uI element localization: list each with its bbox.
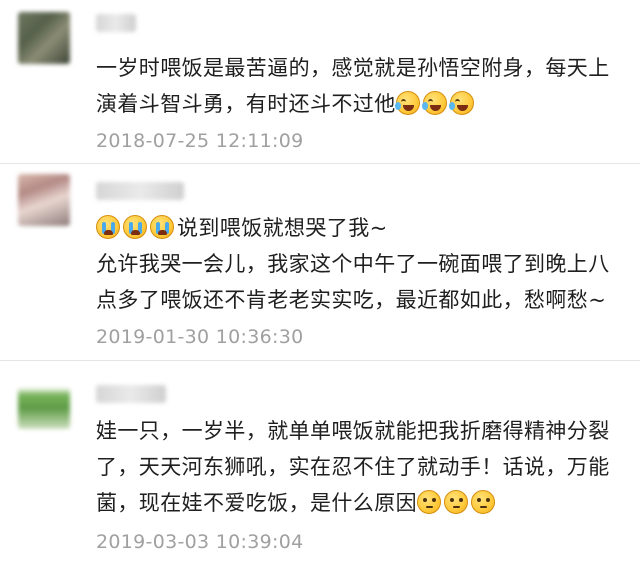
avatar[interactable] — [18, 377, 70, 429]
avatar[interactable] — [18, 12, 70, 64]
comment-text-line: 点多了喂饭还不肯老老实实吃，最近都如此，愁啊愁~ — [96, 288, 607, 312]
username-blurred[interactable] — [96, 14, 136, 32]
comment-item: 一岁时喂饭是最苦逼的，感觉就是孙悟空附身，每天上 演着斗智斗勇，有时还斗不过他 … — [0, 0, 640, 162]
comment-timestamp: 2018-07-25 12:11:09 — [96, 130, 304, 152]
comment-text: 娃一只，一岁半，就单单喂饭就能把我折磨得精神分裂 了，天天河东狮吼，实在忍不住了… — [96, 413, 624, 521]
comment-text-line: 菌，现在娃不爱吃饭，是什么原因 — [96, 485, 624, 521]
comment-timestamp: 2019-01-30 10:36:30 — [96, 326, 304, 348]
laugh-cry-icon — [394, 91, 420, 115]
awkward-icon — [471, 490, 495, 514]
avatar[interactable] — [18, 174, 70, 226]
comment-text-segment: 菌，现在娃不爱吃饭，是什么原因 — [96, 491, 417, 515]
crying-icon — [123, 215, 147, 239]
comment-text-segment: 演着斗智斗勇，有时还斗不过他 — [96, 92, 396, 116]
comment-text: 说到喂饭就想哭了我~ 允许我哭一会儿，我家这个中午了一碗面喂了到晚上八 点多了喂… — [96, 210, 624, 318]
comment-text-line: 娃一只，一岁半，就单单喂饭就能把我折磨得精神分裂 — [96, 419, 610, 443]
comment-text: 一岁时喂饭是最苦逼的，感觉就是孙悟空附身，每天上 演着斗智斗勇，有时还斗不过他 — [96, 50, 624, 122]
comment-text-segment: 说到喂饭就想哭了我~ — [177, 216, 388, 240]
crying-icon — [150, 215, 174, 239]
comment-timestamp: 2019-03-03 10:39:04 — [96, 531, 304, 553]
comment-item: 娃一只，一岁半，就单单喂饭就能把我折磨得精神分裂 了，天天河东狮吼，实在忍不住了… — [0, 361, 640, 564]
comment-text-line: 演着斗智斗勇，有时还斗不过他 — [96, 86, 624, 122]
crying-icon — [96, 215, 120, 239]
comment-text-line: 允许我哭一会儿，我家这个中午了一碗面喂了到晚上八 — [96, 252, 610, 276]
comment-text-line: 一岁时喂饭是最苦逼的，感觉就是孙悟空附身，每天上 — [96, 56, 610, 80]
laugh-cry-icon — [448, 91, 474, 115]
comment-text-line: 了，天天河东狮吼，实在忍不住了就动手！话说，万能 — [96, 455, 610, 479]
comment-item: 说到喂饭就想哭了我~ 允许我哭一会儿，我家这个中午了一碗面喂了到晚上八 点多了喂… — [0, 164, 640, 360]
awkward-icon — [417, 490, 441, 514]
laugh-cry-icon — [421, 91, 447, 115]
comment-text-line: 说到喂饭就想哭了我~ — [96, 210, 624, 246]
username-blurred[interactable] — [96, 385, 166, 403]
username-blurred[interactable] — [96, 182, 184, 200]
awkward-icon — [444, 490, 468, 514]
